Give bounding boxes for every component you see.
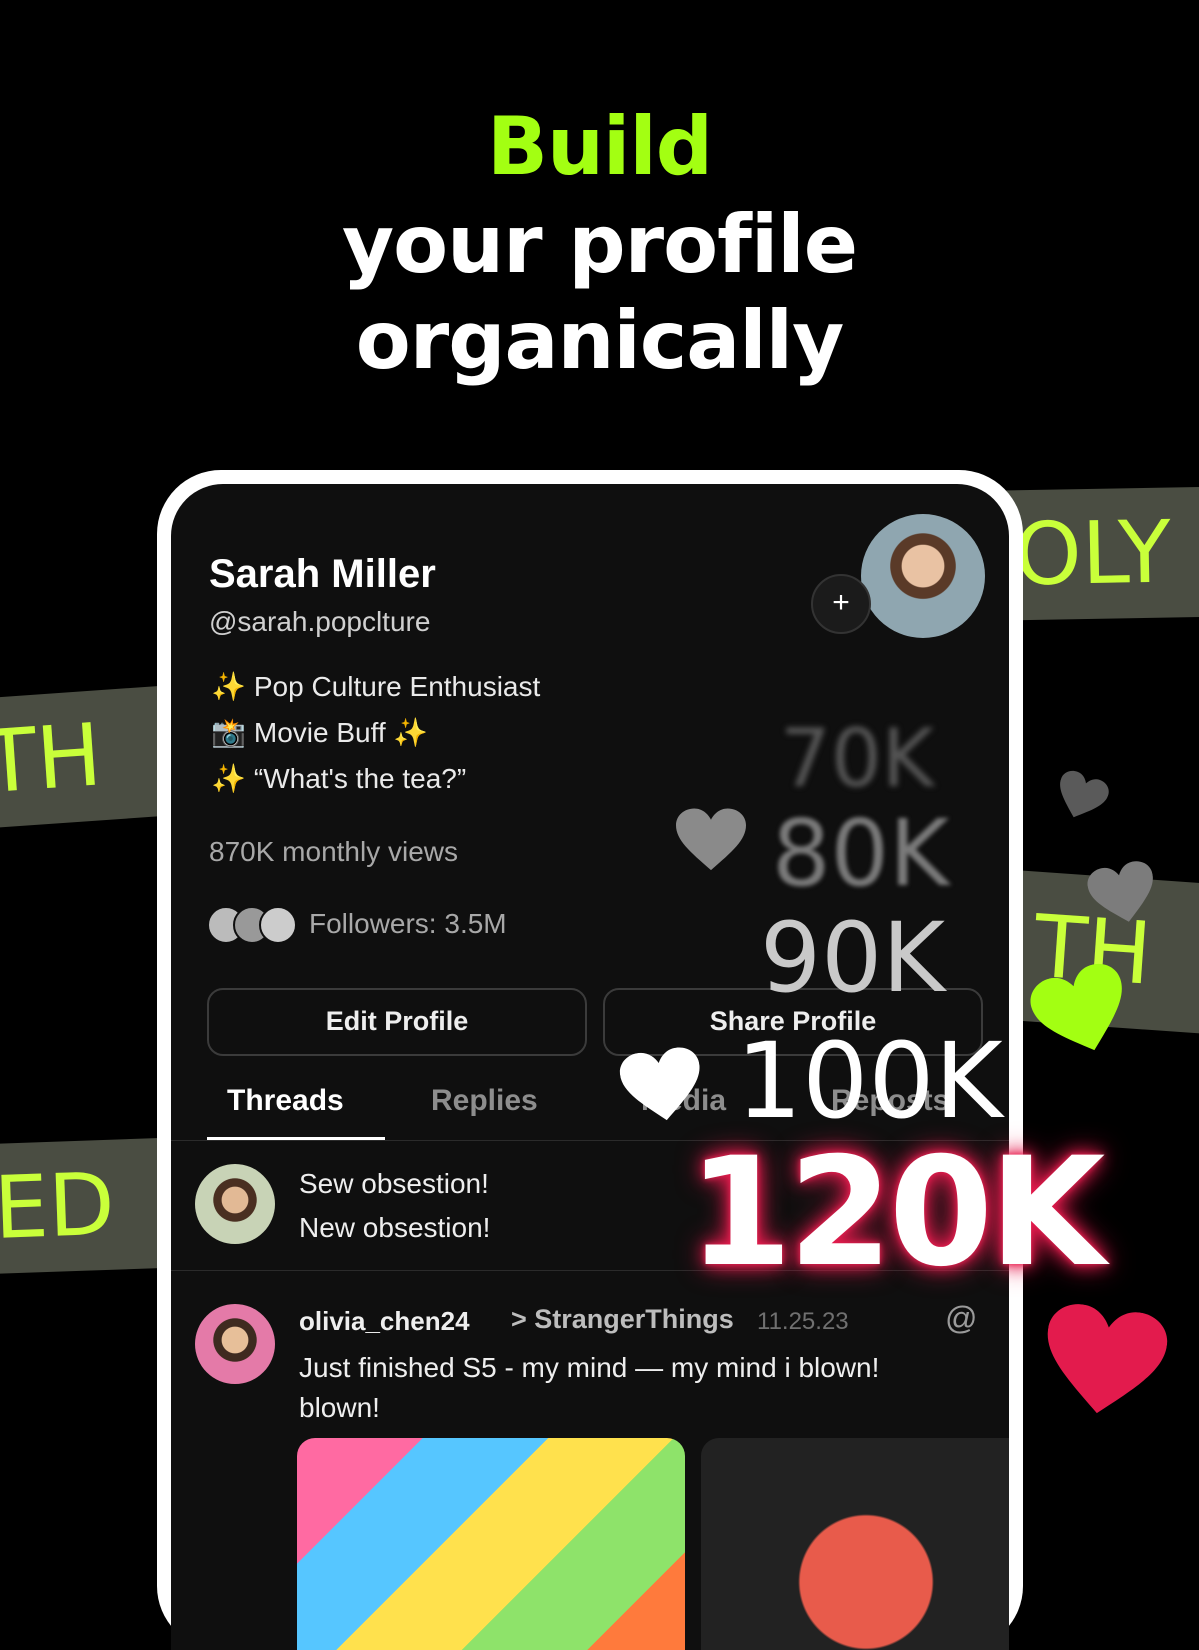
sparkle-icon: ✨ (211, 671, 246, 702)
heart-icon (1060, 770, 1109, 818)
counter-120k: 120K (688, 1126, 1105, 1300)
post-text: New obsestion! (299, 1212, 491, 1243)
bio-line: ✨ “What's the tea?” (211, 762, 466, 795)
profile-handle: @sarah.popclture (209, 606, 431, 637)
monthly-views: 870K monthly views (209, 836, 459, 867)
edit-profile-button[interactable]: Edit Profile (207, 988, 587, 1056)
counter-80k: 80K (772, 800, 950, 907)
bio-text: Pop Culture Enthusiast (253, 671, 541, 702)
headline-line-1: Build (486, 100, 713, 193)
counter-90k: 90K (760, 902, 946, 1014)
camera-icon: 📸 (211, 717, 246, 748)
heart-icon (676, 808, 746, 871)
post-text: Sew obsestion! (299, 1168, 489, 1199)
profile-avatar[interactable] (861, 514, 985, 638)
post-image[interactable] (701, 1438, 1009, 1650)
heart-icon (1047, 1304, 1168, 1414)
bio-line: 📸 Movie Buff ✨ (211, 716, 428, 749)
sparkle-icon: ✨ (211, 763, 246, 794)
post-date: 11.25.23 (757, 1308, 849, 1335)
post-username[interactable]: olivia_chen24 (299, 1306, 470, 1337)
tab-threads[interactable]: Threads (227, 1084, 344, 1118)
counter-70k: 70K (780, 712, 935, 805)
post-topic-tag[interactable]: > StrangerThings (511, 1304, 734, 1335)
post-image[interactable] (297, 1438, 685, 1650)
avatar[interactable] (195, 1304, 275, 1384)
counter-100k: 100K (736, 1020, 1003, 1142)
profile-name: Sarah Miller (209, 552, 436, 596)
headline-line-3: organically (355, 294, 844, 387)
bio-text: Movie Buff ✨ (253, 717, 429, 748)
list-item[interactable]: olivia_chen24 > StrangerThings 11.25.23 … (171, 1270, 1009, 1650)
avatar[interactable] (195, 1164, 275, 1244)
tab-replies[interactable]: Replies (431, 1084, 538, 1118)
bio-line: ✨ Pop Culture Enthusiast (211, 670, 540, 703)
threads-icon: @ (945, 1300, 978, 1336)
headline-line-2: your profile (342, 198, 858, 291)
followers-count[interactable]: Followers: 3.5M (309, 908, 507, 940)
follower-avatar (259, 906, 297, 944)
bio-text: “What's the tea?” (253, 763, 467, 794)
add-story-button[interactable]: + (811, 574, 871, 634)
post-text: Just finished S5 - my mind — my mind i b… (299, 1352, 880, 1423)
heart-icon (619, 1047, 700, 1121)
